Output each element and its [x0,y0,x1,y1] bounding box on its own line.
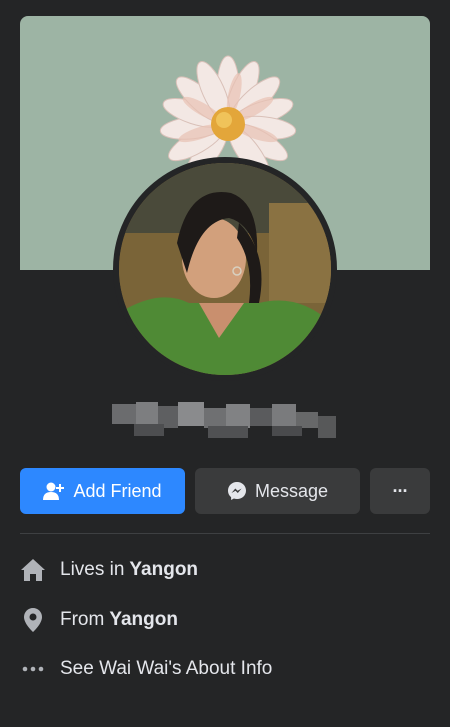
lives-in-prefix: Lives in [60,559,125,580]
messenger-icon [227,482,246,500]
from-city[interactable]: Yangon [109,609,178,631]
profile-name-redacted [112,398,338,442]
see-about-label: See Wai Wai's About Info [60,658,273,679]
lives-in-row[interactable]: Lives in Yangon [20,555,430,585]
add-friend-label: Add Friend [73,480,162,501]
add-friend-button[interactable]: Add Friend [20,468,185,514]
person-plus-icon [43,482,65,500]
lives-in-city[interactable]: Yangon [129,559,198,581]
from-prefix: From [60,609,105,630]
profile-actions: Add Friend Message ··· [20,468,430,514]
ellipsis-icon: ··· [392,480,409,501]
profile-avatar[interactable] [119,163,331,375]
message-label: Message [254,480,329,501]
ellipsis-icon [20,666,46,672]
from-row[interactable]: From Yangon [20,605,430,635]
profile-photo-illustration [119,163,331,375]
home-icon [20,558,46,582]
see-about-row[interactable]: See Wai Wai's About Info [20,654,430,684]
divider [20,533,430,534]
more-options-button[interactable]: ··· [370,468,430,514]
location-pin-icon [20,607,46,633]
message-button[interactable]: Message [195,468,360,514]
